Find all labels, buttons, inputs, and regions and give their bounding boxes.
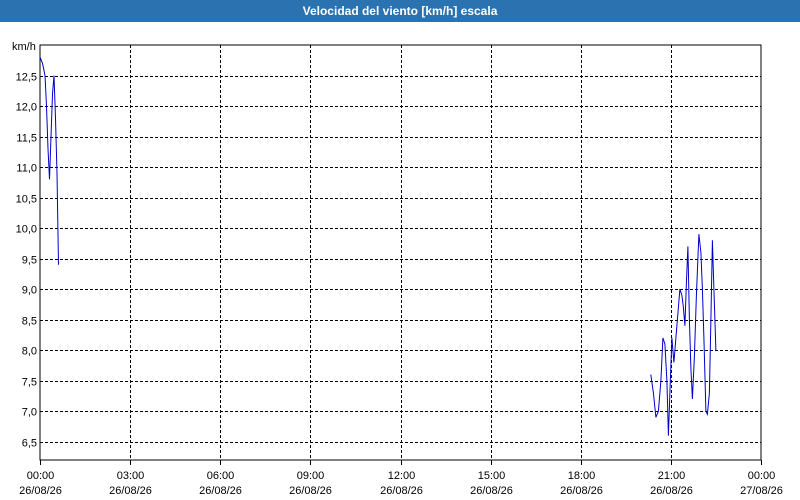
- x-tick-time: 00:00: [27, 470, 55, 482]
- x-tick-date: 26/08/26: [109, 485, 152, 497]
- y-tick-label: 11,5: [16, 133, 37, 145]
- y-tick-label: 6,5: [22, 438, 37, 450]
- x-tick-date: 26/08/26: [199, 485, 242, 497]
- x-tick-time: 06:00: [207, 470, 235, 482]
- y-tick-label: 7,0: [22, 407, 37, 419]
- x-tick-time: 03:00: [117, 470, 145, 482]
- y-tick-label: 9,5: [22, 255, 37, 267]
- x-tick-date: 26/08/26: [470, 485, 513, 497]
- chart-window: Velocidad del viento [km/h] escala 6,5 7,…: [0, 0, 800, 500]
- x-tick-date: 27/08/26: [740, 485, 783, 497]
- x-tick-time: 09:00: [297, 470, 325, 482]
- x-tick-date: 26/08/26: [289, 485, 332, 497]
- y-tick-label: 8,0: [22, 346, 37, 358]
- x-tick-date: 26/08/26: [380, 485, 423, 497]
- x-tick-time: 18:00: [568, 470, 596, 482]
- y-tick-label: 10,0: [16, 224, 37, 236]
- y-tick-label: 12,0: [16, 102, 37, 114]
- x-tick-time: 12:00: [388, 470, 416, 482]
- x-tick-time: 00:00: [748, 470, 776, 482]
- x-tick-date: 26/08/26: [650, 485, 693, 497]
- plot-frame: [39, 44, 762, 461]
- y-tick-label: 12,5: [16, 72, 37, 84]
- wind-speed-chart: 6,5 7,0 7,5 8,0 8,5 9,0 9,5 10,0 10,5 11,0 11,5 12,…: [12, 41, 783, 497]
- y-tick-label: 10,5: [16, 194, 37, 206]
- x-tick-time: 15:00: [478, 470, 506, 482]
- y-axis-label: km/h: [12, 41, 36, 53]
- x-tick-date: 26/08/26: [560, 485, 603, 497]
- y-tick-label: 11,0: [16, 163, 37, 175]
- x-tick-time: 21:00: [658, 470, 686, 482]
- x-tick-date: 26/08/26: [19, 485, 62, 497]
- y-tick-label: 7,5: [22, 377, 37, 389]
- y-tick-label: 8,5: [22, 316, 37, 328]
- y-tick-label: 9,0: [22, 285, 37, 297]
